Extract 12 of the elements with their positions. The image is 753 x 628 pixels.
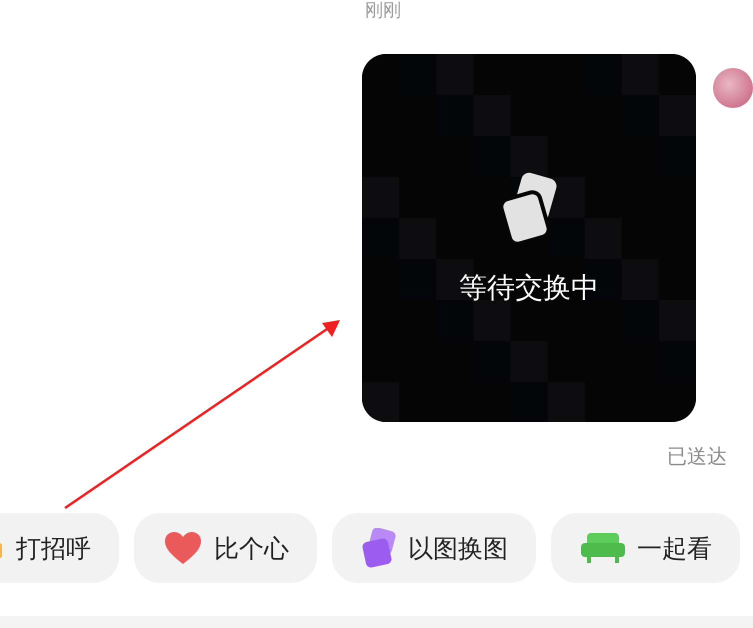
quick-reply-chip[interactable]: 以图换图 [332,513,536,583]
avatar[interactable] [713,68,753,108]
quick-reply-chip[interactable]: 一起看 [551,513,740,583]
heart-icon [164,531,202,565]
cards-icon [362,528,396,568]
sofa-icon [581,531,625,565]
quick-reply-chip[interactable]: 打招呼 [0,513,119,583]
message-time: 刚刚 [365,0,401,22]
quick-reply-chip[interactable]: 比个心 [134,513,317,583]
status-text: 等待交换中 [459,271,599,305]
image-message-card[interactable]: 等待交换中 [362,54,696,422]
delivery-status: 已送达 [667,443,727,470]
